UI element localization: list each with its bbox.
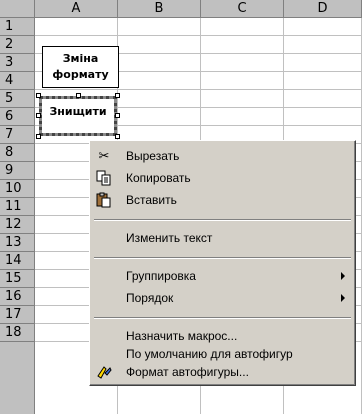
- menu-item-paste-label: Вставить: [126, 193, 177, 207]
- row-header-10[interactable]: 10: [0, 180, 35, 198]
- row-header-5[interactable]: 5: [0, 90, 35, 108]
- resize-handle-bottom-left[interactable]: [36, 134, 41, 139]
- menu-item-edit-text[interactable]: Изменить текст: [92, 227, 353, 249]
- resize-handle-bottom-right[interactable]: [115, 134, 120, 139]
- menu-separator: [94, 219, 351, 221]
- row-header-18[interactable]: 18: [0, 324, 35, 342]
- row-header-17[interactable]: 17: [0, 306, 35, 324]
- resize-handle-top-right[interactable]: [115, 93, 120, 98]
- row-header-3[interactable]: 3: [0, 54, 35, 72]
- menu-item-copy-label: Копировать: [126, 171, 191, 185]
- format-shape-line2: формату: [52, 68, 109, 81]
- resize-handle-left[interactable]: [36, 113, 41, 118]
- resize-handle-top[interactable]: [76, 93, 81, 98]
- row-header-area: [0, 342, 35, 414]
- row-header-2[interactable]: 2: [0, 36, 35, 54]
- spreadsheet-grid: A B C D 1 2 3 4 5 6 7 8 9 10 11 12 13 14…: [0, 0, 362, 414]
- menu-item-format-autoshape-label: Формат автофигуры...: [126, 365, 249, 379]
- submenu-arrow-icon: [341, 294, 345, 302]
- row-header-8[interactable]: 8: [0, 144, 35, 162]
- row-header-16[interactable]: 16: [0, 288, 35, 306]
- menu-item-copy[interactable]: Копировать: [92, 167, 353, 189]
- column-header-d[interactable]: D: [284, 0, 362, 18]
- column-header-b[interactable]: B: [118, 0, 201, 18]
- menu-item-cut[interactable]: ✂ Вырезать: [92, 145, 353, 167]
- menu-item-paste[interactable]: Вставить: [92, 189, 353, 211]
- menu-item-order[interactable]: Порядок: [92, 287, 353, 309]
- row-header-1[interactable]: 1: [0, 18, 35, 36]
- grid-line: [35, 89, 362, 90]
- menu-item-grouping[interactable]: Группировка: [92, 265, 353, 287]
- menu-item-grouping-label: Группировка: [126, 269, 196, 283]
- menu-item-edit-text-label: Изменить текст: [126, 231, 213, 245]
- column-header-c[interactable]: C: [201, 0, 284, 18]
- select-all-corner[interactable]: [0, 0, 35, 18]
- menu-separator: [94, 257, 351, 259]
- menu-item-order-label: Порядок: [126, 291, 174, 305]
- resize-handle-top-left[interactable]: [36, 93, 41, 98]
- submenu-arrow-icon: [341, 272, 345, 280]
- column-header-a[interactable]: A: [35, 0, 118, 18]
- context-menu: ✂ Вырезать Копировать Вставить Изменить …: [89, 140, 356, 386]
- row-header-15[interactable]: 15: [0, 270, 35, 288]
- delete-shape-label: Знищити: [49, 105, 107, 118]
- menu-item-cut-label: Вырезать: [126, 149, 180, 163]
- row-header-12[interactable]: 12: [0, 216, 35, 234]
- row-header-7[interactable]: 7: [0, 126, 35, 144]
- clipboard-icon: [96, 192, 112, 208]
- scissors-icon: ✂: [98, 148, 110, 163]
- menu-item-format-autoshape[interactable]: Формат автофигуры...: [92, 361, 353, 383]
- row-header-11[interactable]: 11: [0, 198, 35, 216]
- row-header-6[interactable]: 6: [0, 108, 35, 126]
- format-change-shape[interactable]: Зміна формату: [42, 46, 119, 88]
- grid-line: [35, 35, 362, 36]
- delete-shape-selected[interactable]: Знищити: [36, 93, 120, 139]
- row-header-4[interactable]: 4: [0, 72, 35, 90]
- menu-separator: [94, 317, 351, 319]
- format-brush-icon: [96, 364, 112, 380]
- resize-handle-right[interactable]: [115, 113, 120, 118]
- row-header-9[interactable]: 9: [0, 162, 35, 180]
- format-shape-line1: Зміна: [62, 52, 99, 65]
- row-header-13[interactable]: 13: [0, 234, 35, 252]
- copy-icon: [96, 170, 112, 186]
- row-header-14[interactable]: 14: [0, 252, 35, 270]
